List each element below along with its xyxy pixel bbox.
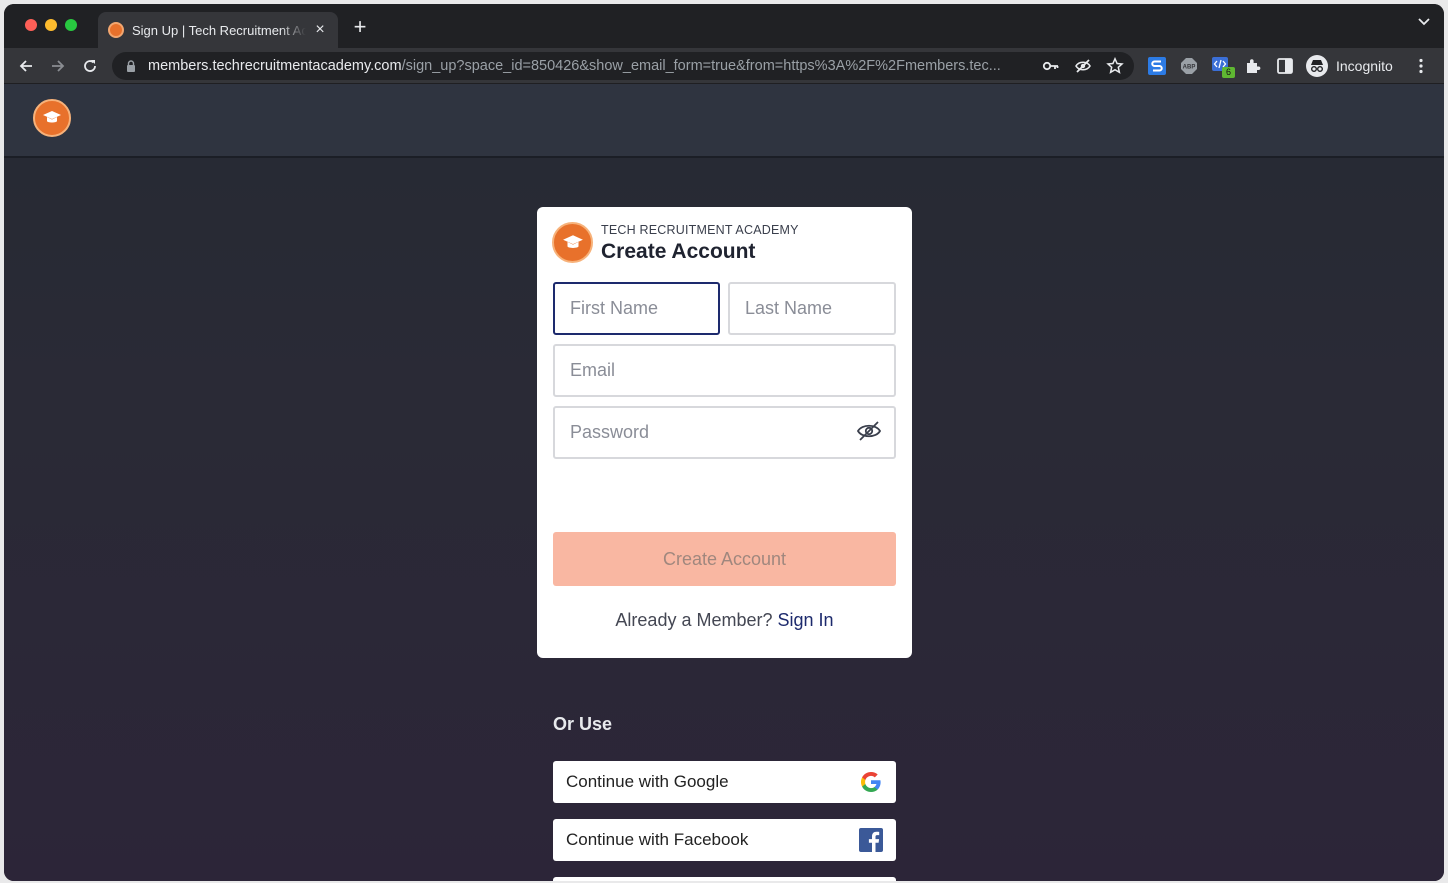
site-logo[interactable] <box>33 99 71 137</box>
or-use-heading: Or Use <box>553 714 613 734</box>
close-window-button[interactable] <box>25 19 37 31</box>
graduation-cap-icon <box>43 111 61 123</box>
incognito-label: Incognito <box>1336 58 1393 74</box>
card-brand-logo <box>552 222 593 263</box>
card-title: Create Account <box>601 240 756 263</box>
brand-name: TECH RECRUITMENT ACADEMY <box>601 223 799 237</box>
sign-in-link[interactable]: Sign In <box>778 610 834 630</box>
last-name-input[interactable] <box>728 282 896 335</box>
new-tab-button[interactable]: + <box>348 16 372 38</box>
continue-with-google-button[interactable]: Continue with Google <box>553 761 896 803</box>
maximize-window-button[interactable] <box>65 19 77 31</box>
url-text: members.techrecruitmentacademy.com/sign_… <box>148 58 1028 74</box>
first-name-input[interactable] <box>553 282 720 335</box>
back-arrow-icon <box>19 60 32 72</box>
url-path: /sign_up?space_id=850426&show_email_form… <box>401 58 1001 74</box>
incognito-indicator[interactable]: Incognito <box>1306 52 1393 80</box>
eye-off-icon[interactable] <box>1074 57 1092 75</box>
adblock-plus-icon[interactable]: ABP <box>1180 57 1198 75</box>
google-label: Continue with Google <box>566 772 729 791</box>
browser-menu-icon[interactable] <box>1418 58 1424 74</box>
side-panel-icon[interactable] <box>1276 57 1294 75</box>
site-favicon-icon <box>108 22 124 38</box>
tab-title: Sign Up | Tech Recruitment Academy <box>132 22 306 38</box>
member-prompt: Already a Member? <box>615 610 773 630</box>
key-icon[interactable] <box>1042 57 1060 75</box>
signup-card: TECH RECRUITMENT ACADEMY Create Account … <box>537 207 912 658</box>
google-icon <box>861 772 881 792</box>
facebook-icon <box>859 828 883 852</box>
tab-sign-up[interactable]: Sign Up | Tech Recruitment Academy × <box>98 12 338 48</box>
site-header <box>4 84 1444 158</box>
incognito-icon <box>1306 55 1328 77</box>
browser-window: Sign Up | Tech Recruitment Academy × + m… <box>4 4 1444 881</box>
minimize-window-button[interactable] <box>45 19 57 31</box>
reload-button[interactable] <box>80 56 100 76</box>
tab-search-chevron-icon[interactable] <box>1418 18 1430 26</box>
forward-button[interactable] <box>48 56 68 76</box>
already-member-text: Already a Member? Sign In <box>537 610 912 631</box>
lock-icon[interactable] <box>126 60 136 72</box>
page-content: TECH RECRUITMENT ACADEMY Create Account … <box>4 84 1444 881</box>
extension-badge: 6 <box>1222 67 1235 78</box>
back-button[interactable] <box>16 56 36 76</box>
svg-text:ABP: ABP <box>1183 65 1196 71</box>
create-account-button[interactable]: Create Account <box>553 532 896 586</box>
forward-arrow-icon <box>52 60 65 72</box>
password-input[interactable] <box>553 406 896 459</box>
tab-strip: Sign Up | Tech Recruitment Academy × + <box>4 4 1444 48</box>
graduation-cap-icon <box>562 234 583 248</box>
continue-with-other-button[interactable] <box>553 877 896 881</box>
browser-toolbar: members.techrecruitmentacademy.com/sign_… <box>4 48 1444 84</box>
address-bar[interactable]: members.techrecruitmentacademy.com/sign_… <box>112 52 1134 80</box>
continue-with-facebook-button[interactable]: Continue with Facebook <box>553 819 896 861</box>
close-tab-icon[interactable]: × <box>312 21 328 39</box>
s-extension-icon[interactable] <box>1148 57 1166 75</box>
toggle-password-visibility-icon[interactable] <box>856 420 882 442</box>
email-input[interactable] <box>553 344 896 397</box>
extensions-puzzle-icon[interactable] <box>1244 57 1262 75</box>
url-host: members.techrecruitmentacademy.com <box>148 58 402 74</box>
reload-icon <box>84 60 96 72</box>
bookmark-star-icon[interactable] <box>1106 57 1124 75</box>
facebook-label: Continue with Facebook <box>566 830 749 849</box>
